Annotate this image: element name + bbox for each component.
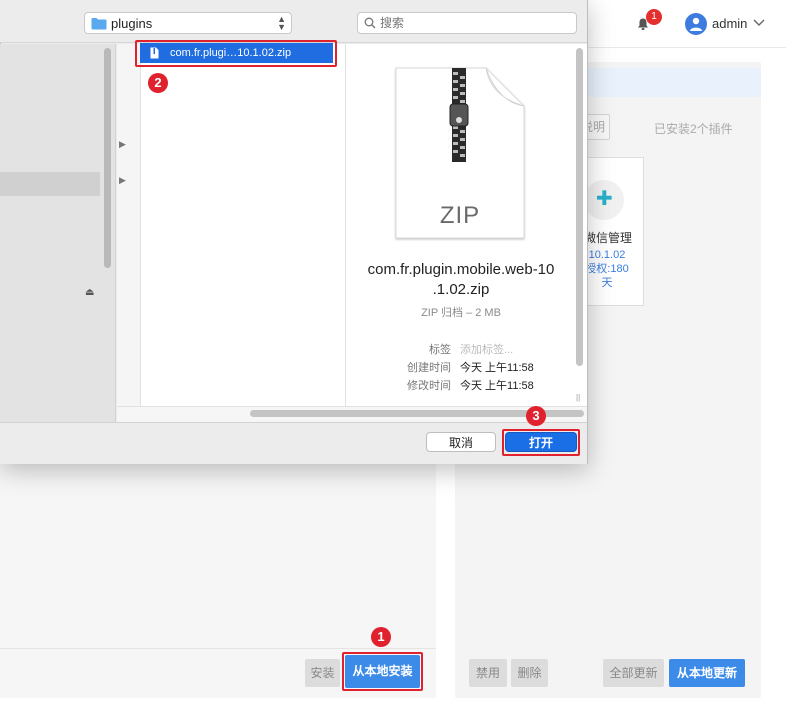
delete-button[interactable]: 删除 bbox=[511, 659, 548, 687]
step-badge-1: 1 bbox=[371, 627, 391, 647]
created-value: 今天 上午11:58 bbox=[460, 362, 534, 374]
disable-button[interactable]: 禁用 bbox=[469, 659, 507, 687]
installed-count: 已安装2个插件 bbox=[654, 122, 733, 136]
folder-icon bbox=[91, 18, 107, 30]
modified-value: 今天 上午11:58 bbox=[460, 380, 534, 392]
zip-icon-label: ZIP bbox=[439, 202, 481, 229]
preview-file-name: com.fr.plugin.mobile.web-10 .1.02.zip bbox=[350, 260, 572, 300]
user-name[interactable]: admin bbox=[712, 16, 747, 31]
folder-name: plugins bbox=[111, 16, 153, 31]
parent-column bbox=[117, 44, 141, 406]
chevron-down-icon[interactable] bbox=[752, 15, 766, 29]
dialog-sidebar bbox=[0, 44, 116, 422]
preview-kind-size: ZIP 归档 – 2 MB bbox=[421, 307, 501, 319]
tags-label: 标签 bbox=[429, 344, 451, 356]
eject-icon[interactable]: ⏏ bbox=[85, 287, 94, 298]
highlight-frame-step1 bbox=[342, 652, 423, 691]
tags-input[interactable]: 添加标签... bbox=[460, 341, 513, 357]
sidebar-scrollbar[interactable] bbox=[104, 48, 111, 268]
file-column bbox=[142, 44, 346, 406]
plugin-puzzle-icon: ✚ bbox=[584, 180, 624, 220]
file-name-line-2: .1.02.zip bbox=[432, 281, 490, 298]
resize-grip-icon[interactable]: || bbox=[576, 393, 580, 402]
install-button[interactable]: 安装 bbox=[305, 659, 340, 687]
plugin-name: 微信管理 bbox=[584, 231, 633, 245]
folder-path-select[interactable]: plugins ▲ ▼ bbox=[84, 12, 292, 34]
created-label: 创建时间 bbox=[407, 362, 451, 374]
search-input[interactable] bbox=[380, 15, 560, 31]
column-arrow-icon: ▶ bbox=[119, 139, 126, 149]
preview-scrollbar[interactable] bbox=[576, 48, 583, 366]
step-badge-3: 3 bbox=[526, 406, 546, 426]
updown-chevron-icon: ▲ ▼ bbox=[277, 14, 286, 32]
notification-badge: 1 bbox=[646, 9, 662, 25]
update-from-local-button[interactable]: 从本地更新 bbox=[669, 659, 745, 687]
search-box[interactable] bbox=[357, 12, 577, 34]
step-badge-2: 2 bbox=[148, 73, 168, 93]
dialog-footer bbox=[0, 422, 587, 464]
column-arrow-icon: ▶ bbox=[119, 175, 126, 185]
highlight-frame-step3 bbox=[502, 429, 580, 456]
user-icon bbox=[690, 17, 702, 31]
search-icon bbox=[364, 17, 376, 29]
sidebar-selected-item[interactable] bbox=[0, 172, 100, 196]
modified-label: 修改时间 bbox=[407, 380, 451, 392]
avatar[interactable] bbox=[685, 13, 707, 35]
update-all-button[interactable]: 全部更新 bbox=[603, 659, 664, 687]
highlight-frame-step2 bbox=[135, 40, 337, 67]
file-name-line-1: com.fr.plugin.mobile.web-10 bbox=[367, 261, 555, 278]
cancel-button[interactable]: 取消 bbox=[426, 432, 496, 452]
